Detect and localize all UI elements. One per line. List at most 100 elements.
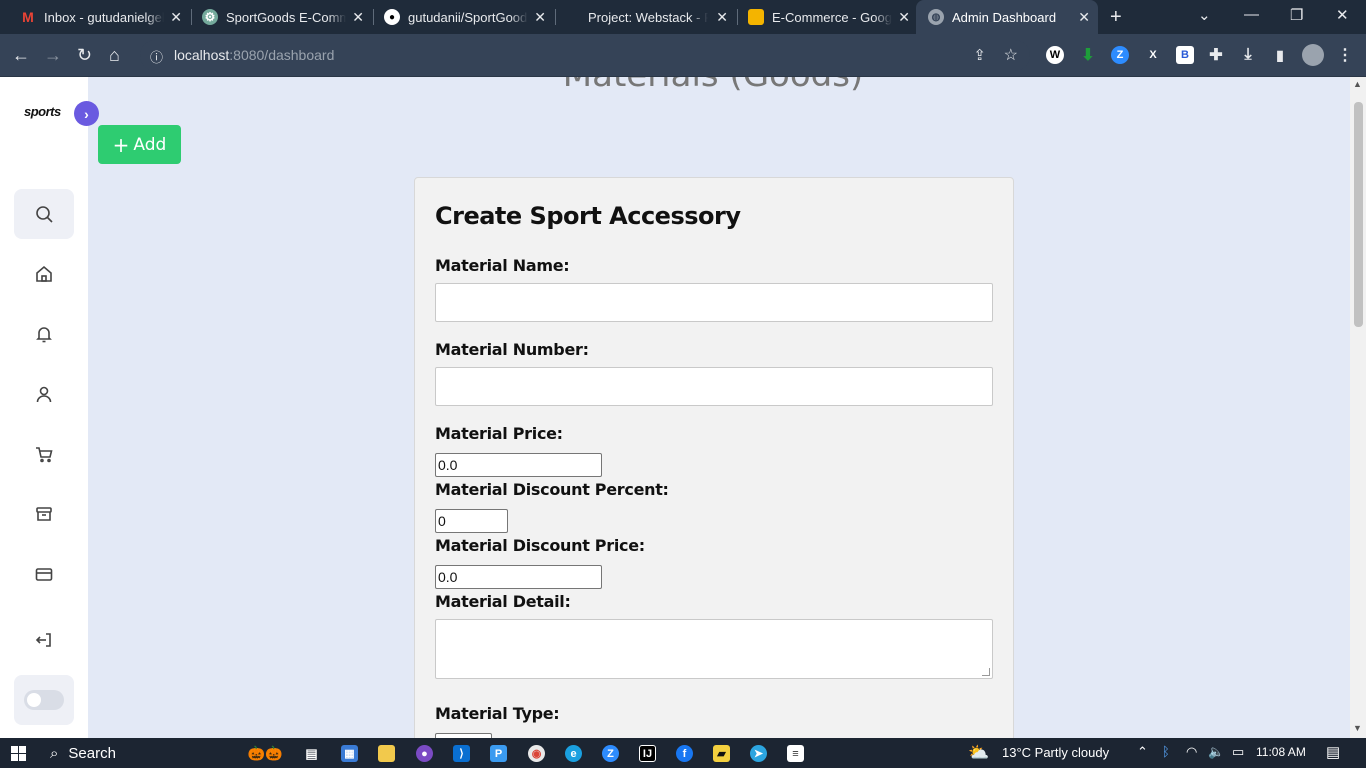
intellij-icon[interactable]: IJ: [639, 745, 656, 762]
scroll-down-icon[interactable]: ▼: [1353, 723, 1362, 733]
add-button[interactable]: + Add: [98, 125, 181, 164]
tray-chevron-icon[interactable]: ⌃: [1137, 744, 1148, 760]
vscode-icon[interactable]: ⟩: [453, 745, 470, 762]
edge-icon[interactable]: e: [565, 745, 582, 762]
extension-b-icon[interactable]: B: [1176, 46, 1194, 64]
material-type-label: Material Type:: [435, 704, 560, 723]
material-discount-price-input[interactable]: 0.0: [435, 565, 602, 589]
tab-inbox[interactable]: M Inbox - gutudanielgele ✕: [0, 0, 190, 34]
tab-search-chevron-icon[interactable]: ⌄: [1198, 6, 1211, 24]
sidebar-toggle-button[interactable]: ›: [74, 101, 99, 126]
new-tab-icon[interactable]: +: [1110, 6, 1122, 29]
tab-admin-dashboard[interactable]: ◍ Admin Dashboard ✕: [916, 0, 1098, 34]
volume-icon[interactable]: 🔈: [1208, 744, 1224, 760]
material-discount-percent-input[interactable]: 0: [435, 509, 508, 533]
url-text[interactable]: localhost:8080/dashboard: [174, 47, 334, 63]
weather-text[interactable]: 13°C Partly cloudy: [1002, 745, 1109, 760]
bookmark-star-icon[interactable]: ☆: [1004, 45, 1018, 65]
material-discount-percent-label: Material Discount Percent:: [435, 480, 669, 499]
sidebar-item-payments[interactable]: [14, 549, 74, 599]
bluetooth-icon[interactable]: ᛒ: [1162, 744, 1170, 759]
sidebar-item-cart[interactable]: [14, 429, 74, 479]
sticky-notes-icon[interactable]: ▰: [713, 745, 730, 762]
close-icon[interactable]: ✕: [1078, 9, 1090, 26]
profile-avatar[interactable]: [1302, 44, 1324, 66]
battery-icon[interactable]: ▭: [1232, 744, 1244, 760]
notepad-icon[interactable]: ≡: [787, 745, 804, 762]
reload-icon[interactable]: ↻: [77, 44, 92, 66]
scroll-up-icon[interactable]: ▲: [1353, 79, 1362, 89]
forward-icon[interactable]: →: [44, 44, 62, 66]
halloween-widget-icon[interactable]: 🎃🎃: [240, 745, 290, 762]
form-title: Create Sport Accessory: [435, 202, 741, 230]
downloads-icon[interactable]: ⤓: [1239, 46, 1257, 64]
tab-webstack[interactable]: Project: Webstack - Po ✕: [546, 0, 736, 34]
close-icon[interactable]: ✕: [170, 9, 182, 26]
more-menu-icon[interactable]: ⋮: [1336, 46, 1354, 64]
download-helper-icon[interactable]: ⬇: [1079, 46, 1097, 64]
sidebar-item-logout[interactable]: [14, 615, 74, 665]
address-bar[interactable]: ⓘ localhost:8080/dashboard ⇪ ☆: [140, 40, 1030, 71]
sidebar: sports ›: [0, 77, 99, 738]
material-number-label: Material Number:: [435, 340, 589, 359]
side-panel-icon[interactable]: ▮: [1271, 46, 1289, 64]
close-icon[interactable]: ✕: [898, 9, 910, 26]
share-icon[interactable]: ⇪: [973, 46, 986, 64]
page-scrollbar[interactable]: ▲ ▼: [1350, 77, 1366, 738]
toggle-knob: [27, 693, 41, 707]
material-discount-price-label: Material Discount Price:: [435, 536, 645, 555]
main-content: Materials (Goods) + Add Create Sport Acc…: [88, 77, 1350, 738]
notification-icon[interactable]: ▤: [1326, 743, 1340, 761]
home-icon[interactable]: ⌂: [109, 44, 120, 66]
chrome-icon[interactable]: ◉: [528, 745, 545, 762]
windows-start-icon[interactable]: [11, 746, 26, 761]
wifi-icon[interactable]: ◠: [1186, 744, 1197, 760]
weather-icon: ⛅: [968, 743, 990, 762]
material-detail-textarea[interactable]: [435, 619, 993, 679]
extension-w-icon[interactable]: W: [1046, 46, 1064, 64]
task-view-icon[interactable]: ▤: [303, 745, 320, 762]
close-icon[interactable]: ✕: [352, 9, 364, 26]
file-explorer-icon[interactable]: [378, 745, 395, 762]
material-detail-label: Material Detail:: [435, 592, 571, 611]
sidebar-item-users[interactable]: [14, 369, 74, 419]
extension-x-icon[interactable]: X: [1144, 46, 1162, 64]
postman-icon[interactable]: P: [490, 745, 507, 762]
back-icon[interactable]: ←: [12, 44, 30, 66]
zoom-extension-icon[interactable]: Z: [1111, 46, 1129, 64]
scrollbar-thumb[interactable]: [1354, 102, 1363, 327]
material-number-input[interactable]: [435, 367, 993, 406]
material-price-input[interactable]: 0.0: [435, 453, 602, 477]
site-info-icon[interactable]: ⓘ: [150, 47, 163, 66]
logo: sports: [24, 104, 61, 119]
resize-handle-icon[interactable]: [982, 668, 990, 676]
taskbar: ⌕ Search 🎃🎃 ▤ ▦ ● ⟩ P ◉ e Z IJ f ▰ ➤ ≡ ⛅…: [0, 738, 1366, 768]
clock[interactable]: 11:08 AM: [1256, 745, 1306, 759]
tab-sportgoods[interactable]: ⚙ SportGoods E-Commerce ✕: [182, 0, 372, 34]
create-accessory-form: Create Sport Accessory Material Name: Ma…: [414, 177, 1014, 738]
store-icon[interactable]: ▦: [341, 745, 358, 762]
restore-icon[interactable]: ❐: [1290, 6, 1303, 24]
sidebar-item-notifications[interactable]: [14, 309, 74, 359]
facebook-icon[interactable]: f: [676, 745, 693, 762]
home-icon: [36, 265, 52, 282]
telegram-icon[interactable]: ➤: [750, 745, 767, 762]
sidebar-item-materials[interactable]: [14, 489, 74, 539]
tab-google-slides[interactable]: E-Commerce - Google ✕: [728, 0, 918, 34]
close-icon[interactable]: ✕: [534, 9, 546, 26]
gmail-icon: M: [22, 9, 34, 25]
github-desktop-icon[interactable]: ●: [416, 745, 433, 762]
extensions-puzzle-icon[interactable]: ✚: [1207, 46, 1225, 64]
globe-icon: ◍: [928, 9, 944, 25]
minimize-icon[interactable]: —: [1244, 6, 1259, 23]
bell-icon: [36, 327, 52, 343]
zoom-icon[interactable]: Z: [602, 745, 619, 762]
sidebar-item-home[interactable]: [14, 249, 74, 299]
sidebar-item-search[interactable]: [14, 189, 74, 239]
tab-github[interactable]: ● gutudanii/SportGoods ✕: [364, 0, 554, 34]
close-icon[interactable]: ✕: [716, 9, 728, 26]
taskbar-search[interactable]: ⌕ Search: [38, 738, 228, 768]
theme-toggle[interactable]: [14, 675, 74, 725]
window-close-icon[interactable]: ✕: [1336, 6, 1349, 24]
material-name-input[interactable]: [435, 283, 993, 322]
